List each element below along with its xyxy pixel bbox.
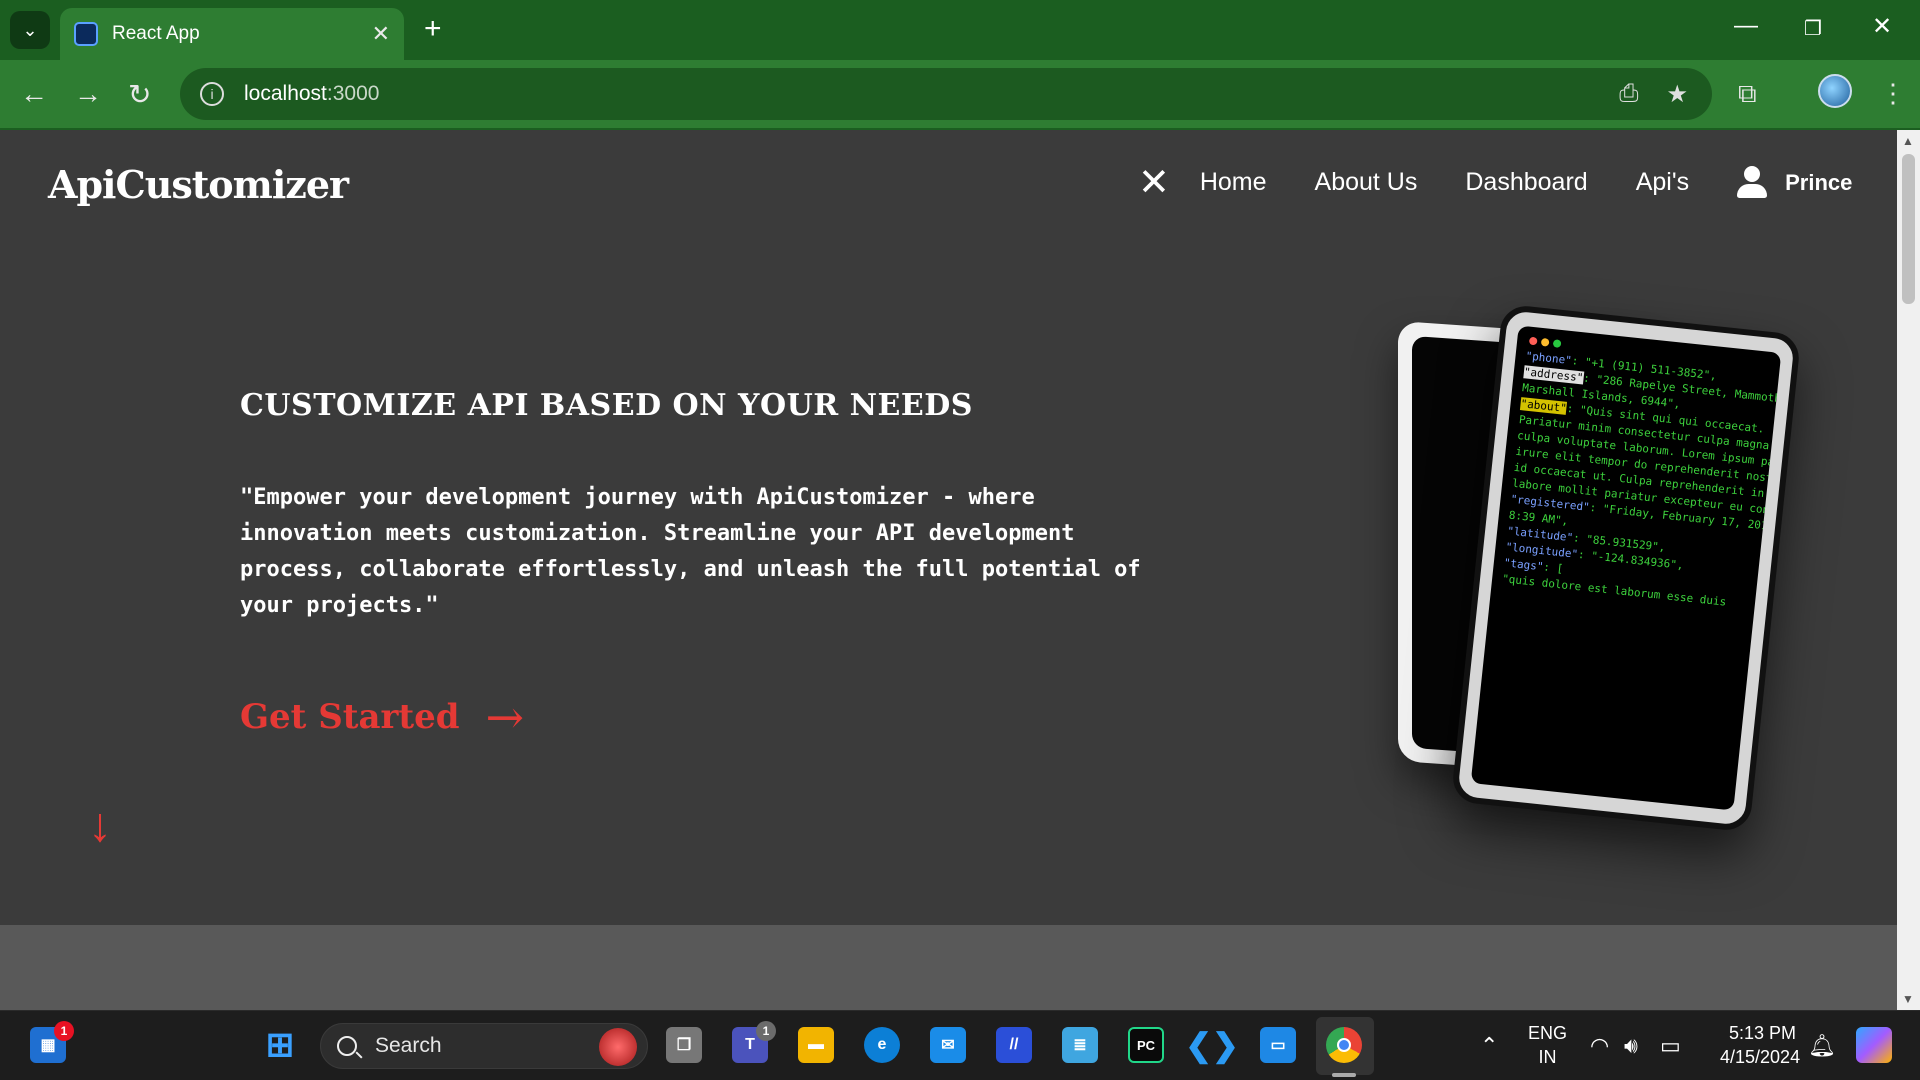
- green-dot-icon: [1552, 339, 1562, 348]
- site-info-icon[interactable]: i: [200, 82, 224, 106]
- browser-tab-bar: ⌄ React App ✕ + — ❐ ✕: [0, 0, 1920, 60]
- windows-start-icon[interactable]: ⊞: [262, 1026, 298, 1064]
- scroll-thumb[interactable]: [1902, 154, 1915, 304]
- tab-title: React App: [112, 23, 200, 44]
- scroll-down-arrow-icon[interactable]: ↓: [88, 798, 112, 853]
- windows-taskbar: ▦ 1 ⊞ Search ❐ T1 ▬ e ✉ // ≣ PC ❮❯ ▭ ⌃ EN…: [0, 1010, 1920, 1080]
- search-icon: [337, 1036, 357, 1056]
- browser-toolbar: ← → ↻ i localhost:3000 ⎙ ★ ⧉ ⋮: [0, 60, 1920, 130]
- teams-badge: 1: [756, 1021, 776, 1041]
- nav-link-dashboard[interactable]: Dashboard: [1465, 168, 1587, 197]
- url-host: localhost: [244, 82, 327, 105]
- vscode-icon[interactable]: ❮❯: [1185, 1027, 1239, 1063]
- next-section-band: [0, 925, 1897, 1010]
- file-explorer-icon[interactable]: ▬: [798, 1027, 834, 1063]
- scroll-up-icon[interactable]: ▲: [1902, 134, 1914, 148]
- page-scrollbar[interactable]: ▲ ▼: [1897, 130, 1920, 1010]
- brand-logo[interactable]: ApiCustomizer: [48, 162, 349, 207]
- widgets-badge: 1: [54, 1021, 74, 1041]
- code-screen: "phone": "+1 (911) 511-3852", "address": …: [1470, 325, 1782, 811]
- yellow-dot-icon: [1540, 337, 1550, 347]
- minimize-icon[interactable]: —: [1734, 12, 1758, 40]
- arrow-right-icon: →: [485, 690, 525, 744]
- pycharm-icon[interactable]: PC: [1128, 1027, 1164, 1063]
- search-highlight-icon: [599, 1028, 637, 1066]
- chevron-down-icon: ⌄: [22, 19, 38, 40]
- chrome-menu-icon[interactable]: ⋮: [1880, 78, 1906, 109]
- hero-title: CUSTOMIZE API BASED ON YOUR NEEDS: [240, 388, 973, 423]
- top-nav: ✕ Home About Us Dashboard Api's Prince: [1138, 160, 1852, 205]
- notification-bell-icon[interactable]: 🔔︎: [1808, 1033, 1836, 1059]
- extensions-icon[interactable]: ⧉: [1738, 78, 1757, 110]
- code-key: "tags": [1503, 556, 1545, 574]
- language-label: ENG: [1528, 1023, 1568, 1043]
- tab-close-icon[interactable]: ✕: [372, 21, 390, 47]
- chevron-up-icon[interactable]: ⌃: [1480, 1033, 1498, 1059]
- close-menu-icon[interactable]: ✕: [1138, 160, 1170, 205]
- language-indicator[interactable]: ENG IN: [1528, 1021, 1567, 1069]
- get-started-label: Get Started: [240, 697, 460, 737]
- close-window-icon[interactable]: ✕: [1872, 12, 1892, 41]
- bookmark-star-icon[interactable]: ★: [1666, 80, 1688, 109]
- reload-icon[interactable]: ↻: [128, 78, 151, 111]
- clock-time: 5:13 PM: [1728, 1023, 1796, 1043]
- copilot-icon[interactable]: [1856, 1027, 1892, 1063]
- install-app-icon[interactable]: ⎙: [1619, 80, 1638, 109]
- clock-date: 4/15/2024: [1720, 1047, 1801, 1067]
- window-dots: [1528, 336, 1562, 348]
- page-viewport: ApiCustomizer ✕ Home About Us Dashboard …: [0, 130, 1897, 1010]
- red-dot-icon: [1528, 336, 1538, 346]
- new-tab-button[interactable]: +: [424, 12, 442, 46]
- task-view-icon[interactable]: ❐: [666, 1027, 702, 1063]
- teams-icon[interactable]: T1: [732, 1021, 776, 1063]
- battery-icon[interactable]: ▭: [1660, 1033, 1681, 1059]
- wifi-icon[interactable]: ◠: [1590, 1033, 1609, 1059]
- tablet-front-illustration: "phone": "+1 (911) 511-3852", "address": …: [1450, 303, 1802, 833]
- back-icon[interactable]: ←: [20, 78, 48, 110]
- restore-icon[interactable]: ❐: [1804, 16, 1822, 41]
- scroll-down-icon[interactable]: ▼: [1902, 992, 1914, 1006]
- taskbar-search[interactable]: Search: [320, 1023, 648, 1069]
- chrome-icon[interactable]: [1326, 1027, 1362, 1063]
- nav-link-apis[interactable]: Api's: [1636, 168, 1689, 197]
- widgets-icon[interactable]: ▦ 1: [30, 1021, 74, 1063]
- volume-icon[interactable]: 🔊︎: [1624, 1033, 1638, 1059]
- code-value: : [: [1542, 560, 1564, 576]
- search-placeholder: Search: [375, 1034, 442, 1057]
- clock[interactable]: 5:13 PM 4/15/2024: [1720, 1021, 1801, 1069]
- url-port: :3000: [326, 82, 380, 105]
- user-icon[interactable]: [1737, 165, 1768, 200]
- region-label: IN: [1538, 1047, 1557, 1067]
- nav-link-about-us[interactable]: About Us: [1315, 168, 1418, 197]
- tab-search-button[interactable]: ⌄: [10, 11, 50, 49]
- user-name[interactable]: Prince: [1785, 170, 1852, 196]
- notepad-icon[interactable]: ≣: [1062, 1027, 1098, 1063]
- forward-icon[interactable]: →: [74, 78, 102, 110]
- mail-icon[interactable]: ✉: [930, 1027, 966, 1063]
- hero-description: "Empower your development journey with A…: [240, 485, 1141, 618]
- edge-icon[interactable]: e: [864, 1027, 900, 1063]
- get-started-button[interactable]: Get Started →: [240, 690, 524, 744]
- profile-avatar[interactable]: [1818, 74, 1852, 108]
- react-favicon-icon: [74, 22, 98, 46]
- browser-tab[interactable]: React App ✕: [60, 8, 404, 60]
- app-icon[interactable]: //: [996, 1027, 1032, 1063]
- app-window-icon[interactable]: ▭: [1260, 1027, 1296, 1063]
- address-bar[interactable]: i localhost:3000 ⎙ ★: [180, 68, 1712, 120]
- chrome-active-indicator: [1332, 1073, 1356, 1077]
- nav-link-home[interactable]: Home: [1200, 168, 1267, 197]
